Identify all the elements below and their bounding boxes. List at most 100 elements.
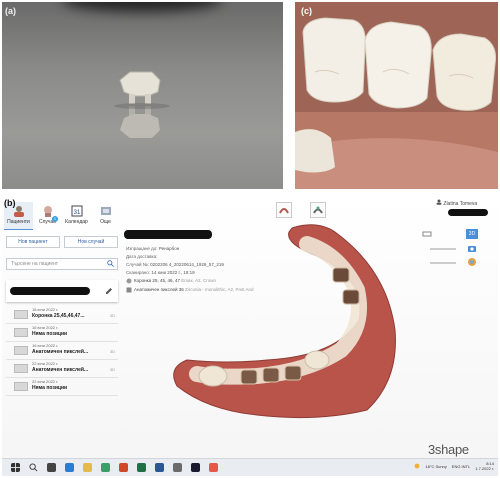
cases-badge: 1 xyxy=(52,216,58,222)
case-date: 16 юни 2022 г. xyxy=(32,343,59,348)
case-number-label: Случай №: xyxy=(126,262,149,267)
case-3d-tag: 3D xyxy=(109,367,115,372)
edit-icon[interactable] xyxy=(105,287,113,295)
dental-scan-3d-view[interactable] xyxy=(167,210,407,430)
new-case-button[interactable]: Нов случай xyxy=(64,236,118,248)
user-name: Zlatina Tomeva xyxy=(443,201,478,207)
user-box[interactable]: Zlatina Tomeva xyxy=(436,199,477,207)
panel-a-label: (a) xyxy=(5,6,16,16)
word-icon[interactable] xyxy=(155,463,164,472)
color-wheel-icon[interactable] xyxy=(467,257,477,267)
redacted-patient-name xyxy=(10,287,90,295)
view-3d-row: 3D xyxy=(422,228,478,242)
case-list: 18 юни 2022 г. Коронка 25,45,46,47... 3D… xyxy=(6,306,118,396)
windows-start-icon[interactable] xyxy=(11,463,20,472)
system-tray: 18°C Sunny ENG INTL 8:14 1.7.2022 г. xyxy=(414,461,494,471)
figure-root: (a) (c) (b) Пациенти 1 Случаи 31 Календа… xyxy=(0,0,500,478)
slider-row xyxy=(422,242,478,256)
tab-more-label: Още xyxy=(100,219,111,225)
pontic-icon xyxy=(126,287,132,293)
3shape-icon[interactable] xyxy=(191,463,200,472)
case-icon xyxy=(43,206,52,217)
case-date: 22 юни 2022 г. xyxy=(32,379,59,384)
clock[interactable]: 8:14 1.7.2022 г. xyxy=(475,461,494,471)
scan-view-icon xyxy=(313,206,323,214)
view-3d-button[interactable]: 3D xyxy=(466,229,478,239)
user-icon xyxy=(436,199,442,205)
tab-more[interactable]: Още xyxy=(91,202,120,230)
case-title: Анатомичен пикслей... xyxy=(32,349,89,355)
weather-text[interactable]: 18°C Sunny xyxy=(425,464,446,469)
chrome-icon[interactable] xyxy=(101,463,110,472)
panel-a-photo: (a) xyxy=(2,2,283,189)
case-date: 22 юни 2022 г. xyxy=(32,361,59,366)
case-title: Няма позиции xyxy=(32,385,68,391)
excel-icon[interactable] xyxy=(137,463,146,472)
case-title: Коронка 25,45,46,47... xyxy=(32,313,85,319)
folder-icon[interactable] xyxy=(83,463,92,472)
redacted-user-info xyxy=(448,209,488,216)
jaw-view-icon xyxy=(279,208,289,214)
taskbar: 18°C Sunny ENG INTL 8:14 1.7.2022 г. xyxy=(2,458,498,476)
scan-view-button[interactable] xyxy=(310,202,326,218)
list-item[interactable]: 18 юни 2022 г. Коронка 25,45,46,47... 3D xyxy=(6,306,118,324)
svg-text:31: 31 xyxy=(73,210,80,216)
left-pane: Пациенти 1 Случаи 31 Календар Още Нов па… xyxy=(4,202,120,455)
view-tools xyxy=(276,202,326,218)
tab-cases[interactable]: 1 Случаи xyxy=(33,202,62,230)
case-thumbnail xyxy=(14,328,28,337)
teeth-photo-image xyxy=(295,2,498,189)
color-slider[interactable] xyxy=(430,262,456,264)
send-to-label: Изпращане до: xyxy=(126,246,158,251)
sun-icon xyxy=(414,463,420,469)
search-icon[interactable] xyxy=(107,260,114,267)
new-patient-button[interactable]: Нов пациент xyxy=(6,236,60,248)
case-3d-tag: 3D xyxy=(109,349,115,354)
app-window: Пациенти 1 Случаи 31 Календар Още Нов па… xyxy=(2,196,498,476)
brand-logo: 3shape xyxy=(428,442,469,457)
case-thumbnail xyxy=(14,346,28,355)
language-indicator[interactable]: ENG INTL xyxy=(452,464,470,469)
opacity-slider[interactable] xyxy=(430,248,456,250)
case-thumbnail xyxy=(14,382,28,391)
calendar-icon: 31 xyxy=(71,205,82,217)
scanned-label: Сканирано: xyxy=(126,270,151,275)
list-item[interactable]: 16 юни 2022 г. Анатомичен пикслей... 3D xyxy=(6,342,118,360)
list-item[interactable]: 22 юни 2022 г. Няма позиции xyxy=(6,378,118,396)
case-3d-tag: 3D xyxy=(109,313,115,318)
crown-model-image xyxy=(114,71,170,138)
edge-icon[interactable] xyxy=(65,463,74,472)
action-buttons: Нов пациент Нов случай xyxy=(6,236,118,248)
list-item[interactable]: 22 юни 2022 г. Анатомичен пикслей... 3D xyxy=(6,360,118,378)
app-icon[interactable] xyxy=(173,463,182,472)
case-title: Анатомичен пикслей... xyxy=(32,367,89,373)
case-date: 18 юни 2022 г. xyxy=(32,307,59,312)
jaw-view-button[interactable] xyxy=(276,202,292,218)
task-view-icon[interactable] xyxy=(47,463,56,472)
panel-c-photo: (c) xyxy=(295,2,498,189)
camera-icon[interactable] xyxy=(467,243,477,253)
delivery-label: Дата доставка: xyxy=(126,254,158,259)
more-icon xyxy=(100,207,111,215)
selected-patient-card[interactable] xyxy=(6,280,118,302)
right-tools: 3D xyxy=(422,228,478,270)
cart-icon[interactable] xyxy=(422,230,432,238)
list-item[interactable]: 16 юни 2022 г. Няма позиции xyxy=(6,324,118,342)
search-icon[interactable] xyxy=(29,463,38,472)
case-thumbnail xyxy=(14,364,28,373)
panel-c-label: (c) xyxy=(301,6,312,16)
case-date: 16 юни 2022 г. xyxy=(32,325,59,330)
app-icon[interactable] xyxy=(209,463,218,472)
crown-icon xyxy=(126,278,132,284)
clock-date: 1.7.2022 г. xyxy=(475,466,494,471)
case-thumbnail xyxy=(14,310,28,319)
color-row xyxy=(422,256,478,270)
tab-patients-label: Пациенти xyxy=(7,219,30,225)
search-placeholder: Търсене на пациент xyxy=(11,261,59,267)
search-input[interactable]: Търсене на пациент xyxy=(6,258,118,270)
tab-calendar-label: Календар xyxy=(65,219,88,225)
app-icon[interactable] xyxy=(119,463,128,472)
nav-bar: Пациенти 1 Случаи 31 Календар Още xyxy=(4,202,120,230)
tab-calendar[interactable]: 31 Календар xyxy=(62,202,91,230)
case-title: Няма позиции xyxy=(32,331,68,337)
